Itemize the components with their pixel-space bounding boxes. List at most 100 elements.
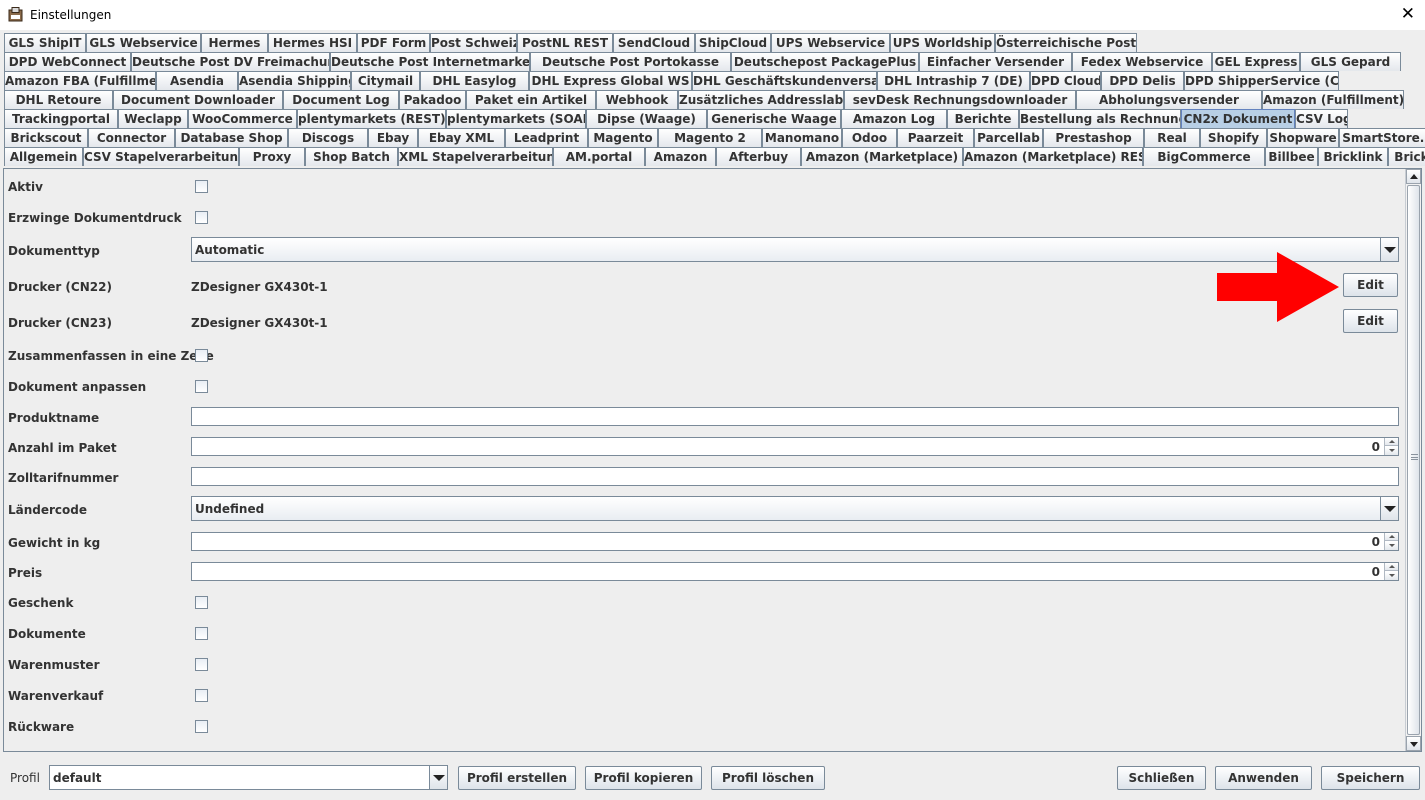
rueckware-checkbox[interactable]	[195, 720, 208, 733]
tab-shop-batch[interactable]: Shop Batch	[305, 147, 398, 166]
tab-gls-gepard[interactable]: GLS Gepard	[1300, 52, 1401, 71]
spin-up-icon[interactable]	[1385, 533, 1398, 541]
tab-gls-shipit[interactable]: GLS ShipIT	[4, 33, 86, 52]
tab-parcellab[interactable]: Parcellab	[974, 128, 1043, 147]
profil-loeschen-button[interactable]: Profil löschen	[711, 766, 825, 790]
tab-zusätzliches-addresslabel[interactable]: Zusätzliches Addresslabel	[678, 90, 844, 109]
tab-asendia-shipping[interactable]: Asendia Shipping	[238, 71, 351, 90]
warenmuster-checkbox[interactable]	[195, 658, 208, 671]
tab-odoo[interactable]: Odoo	[842, 128, 897, 147]
profil-kopieren-button[interactable]: Profil kopieren	[585, 766, 702, 790]
spin-down-icon[interactable]	[1385, 572, 1398, 580]
tab-amazon[interactable]: Amazon	[645, 147, 716, 166]
scroll-up-icon[interactable]	[1406, 169, 1421, 184]
profil-erstellen-button[interactable]: Profil erstellen	[458, 766, 576, 790]
tab-shopware[interactable]: Shopware	[1267, 128, 1339, 147]
anwenden-button[interactable]: Anwenden	[1215, 766, 1312, 790]
tab-am-portal[interactable]: AM.portal	[553, 147, 645, 166]
spin-down-icon[interactable]	[1385, 447, 1398, 455]
scroll-down-icon[interactable]	[1406, 736, 1421, 751]
tab-berichte[interactable]: Berichte	[947, 109, 1019, 128]
tab-deutsche-post-internetmarke[interactable]: Deutsche Post Internetmarke	[330, 52, 530, 71]
tab-post-schweiz[interactable]: Post Schweiz	[430, 33, 517, 52]
tab-prestashop[interactable]: Prestashop	[1043, 128, 1144, 147]
tab-brickscout[interactable]: Brickscout	[4, 128, 88, 147]
profil-select[interactable]: default	[49, 765, 448, 790]
tab-connector[interactable]: Connector	[88, 128, 175, 147]
tab-dhl-geschäftskundenversand[interactable]: DHL Geschäftskundenversand	[692, 71, 877, 90]
tab-woocommerce[interactable]: WooCommerce	[188, 109, 297, 128]
tab-cn2x-dokument[interactable]: CN2x Dokument	[1181, 109, 1295, 128]
tab-dpd-cloud[interactable]: DPD Cloud	[1030, 71, 1101, 90]
zolltarif-input[interactable]	[191, 467, 1399, 486]
tab-manomano[interactable]: Manomano	[762, 128, 842, 147]
tab-deutsche-post-portokasse[interactable]: Deutsche Post Portokasse	[530, 52, 731, 71]
tab-dpd-webconnect[interactable]: DPD WebConnect	[4, 52, 131, 71]
tab-smartstore-net[interactable]: SmartStore.NET	[1339, 128, 1425, 147]
spin-down-icon[interactable]	[1385, 542, 1398, 550]
scroll-thumb[interactable]	[1407, 185, 1420, 735]
tab-shipcloud[interactable]: ShipCloud	[695, 33, 771, 52]
erzwinge-checkbox[interactable]	[195, 211, 208, 224]
schliessen-button[interactable]: Schließen	[1117, 766, 1206, 790]
tab-dhl-retoure[interactable]: DHL Retoure	[4, 90, 113, 109]
tab-sendcloud[interactable]: SendCloud	[613, 33, 695, 52]
tab-gls-webservice[interactable]: GLS Webservice	[86, 33, 201, 52]
tab-database-shop[interactable]: Database Shop	[175, 128, 288, 147]
gewicht-spinner[interactable]: 0	[191, 532, 1399, 551]
chevron-down-icon[interactable]	[1380, 497, 1398, 520]
tab-hermes-hsi[interactable]: Hermes HSI	[268, 33, 357, 52]
tab-dipse-waage[interactable]: Dipse (Waage)	[586, 109, 707, 128]
close-icon[interactable]: ✕	[1401, 5, 1415, 23]
produktname-input[interactable]	[191, 407, 1399, 426]
tab-csv-log[interactable]: CSV Log	[1295, 109, 1348, 128]
tab-amazon-fulfillment[interactable]: Amazon (Fulfillment)	[1262, 90, 1404, 109]
tab-document-log[interactable]: Document Log	[283, 90, 399, 109]
tab-document-downloader[interactable]: Document Downloader	[113, 90, 283, 109]
tab-pdf-form[interactable]: PDF Form	[357, 33, 430, 52]
tab-einfacher-versender[interactable]: Einfacher Versender	[919, 52, 1072, 71]
edit-cn23-button[interactable]: Edit	[1343, 309, 1398, 333]
zusammenfassen-checkbox[interactable]	[195, 349, 208, 362]
tab-dpd-shipperservice-ch[interactable]: DPD ShipperService (CH)	[1184, 71, 1339, 90]
tab-fedex-webservice[interactable]: Fedex Webservice	[1072, 52, 1212, 71]
tab-discogs[interactable]: Discogs	[288, 128, 368, 147]
tab-allgemein[interactable]: Allgemein	[4, 147, 83, 166]
tab-dhl-easylog[interactable]: DHL Easylog	[420, 71, 529, 90]
tab-asendia[interactable]: Asendia	[156, 71, 238, 90]
tab-gel-express[interactable]: GEL Express	[1212, 52, 1300, 71]
tab-weclapp[interactable]: Weclapp	[118, 109, 188, 128]
tab-ups-worldship[interactable]: UPS Worldship	[890, 33, 995, 52]
speichern-button[interactable]: Speichern	[1321, 766, 1420, 790]
tab-citymail[interactable]: Citymail	[351, 71, 420, 90]
tab-trackingportal[interactable]: Trackingportal	[4, 109, 118, 128]
tab-generische-waage[interactable]: Generische Waage	[707, 109, 841, 128]
tab-shopify[interactable]: Shopify	[1200, 128, 1267, 147]
tab-paarzeit[interactable]: Paarzeit	[897, 128, 974, 147]
tab-webhook[interactable]: Webhook	[596, 90, 678, 109]
tab-leadprint[interactable]: Leadprint	[505, 128, 588, 147]
tab-dpd-delis[interactable]: DPD Delis	[1101, 71, 1184, 90]
tab-real[interactable]: Real	[1144, 128, 1200, 147]
preis-spinner[interactable]: 0	[191, 562, 1399, 581]
dokumente-checkbox[interactable]	[195, 627, 208, 640]
tab-deutsche-post-dv-freimachung[interactable]: Deutsche Post DV Freimachung	[131, 52, 330, 71]
anzahl-spinner[interactable]: 0	[191, 437, 1399, 456]
tab-amazon-log[interactable]: Amazon Log	[841, 109, 947, 128]
spin-up-icon[interactable]	[1385, 438, 1398, 446]
tab-pakadoo[interactable]: Pakadoo	[399, 90, 466, 109]
tab-magento[interactable]: Magento	[588, 128, 658, 147]
tab-bricklink[interactable]: Bricklink	[1318, 147, 1388, 166]
tab-ebay[interactable]: Ebay	[368, 128, 418, 147]
tab-amazon-fba-fulfillment[interactable]: Amazon FBA (Fulfillment)	[4, 71, 156, 90]
aktiv-checkbox[interactable]	[195, 180, 208, 193]
tab-bigcommerce[interactable]: BigCommerce	[1143, 147, 1265, 166]
chevron-down-icon[interactable]	[1380, 238, 1398, 261]
tab-hermes[interactable]: Hermes	[201, 33, 268, 52]
tab-ups-webservice[interactable]: UPS Webservice	[771, 33, 890, 52]
warenverkauf-checkbox[interactable]	[195, 689, 208, 702]
tab-dhl-express-global-ws[interactable]: DHL Express Global WS	[529, 71, 692, 90]
tab-csv-stapelverarbeitung[interactable]: CSV Stapelverarbeitung	[83, 147, 239, 166]
tab-abholungsversender[interactable]: Abholungsversender	[1076, 90, 1262, 109]
tab-xml-stapelverarbeitung[interactable]: XML Stapelverarbeitung	[398, 147, 553, 166]
